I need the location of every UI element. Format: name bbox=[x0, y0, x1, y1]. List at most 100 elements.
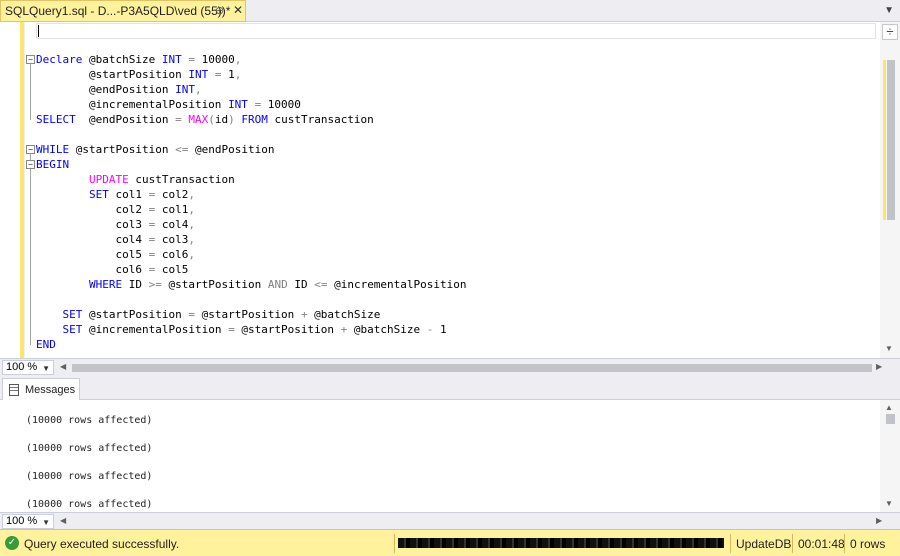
code-token: col3 bbox=[155, 233, 189, 246]
code-token: , bbox=[234, 53, 242, 66]
code-line: @startPosition INT = 1, bbox=[36, 67, 241, 82]
status-separator bbox=[844, 534, 845, 553]
fold-guide bbox=[30, 165, 31, 345]
code-token: col5 bbox=[36, 248, 149, 261]
code-token: col4 bbox=[155, 218, 189, 231]
code-token: INT bbox=[175, 83, 195, 96]
code-token: = bbox=[175, 113, 182, 126]
tab-messages-label: Messages bbox=[25, 383, 76, 396]
code-line: BEGIN bbox=[36, 157, 69, 172]
messages-zoom-select[interactable]: 100 % ▼ bbox=[2, 514, 54, 529]
code-token: , bbox=[188, 188, 195, 201]
scroll-up-icon[interactable]: ▲ bbox=[885, 403, 893, 412]
pin-icon[interactable]: ⊕ bbox=[215, 4, 224, 17]
code-token: col1 bbox=[155, 203, 189, 216]
editor-vertical-scrollbar[interactable]: ÷ ▼ bbox=[880, 22, 900, 358]
code-token: BEGIN bbox=[36, 158, 70, 171]
scroll-right-icon[interactable]: ▶ bbox=[876, 516, 882, 525]
text-caret bbox=[38, 25, 39, 37]
code-token: @endPosition bbox=[75, 113, 176, 126]
code-token: 10000 bbox=[194, 53, 235, 66]
status-database: UpdateDB bbox=[736, 537, 792, 551]
code-token: INT bbox=[161, 53, 182, 66]
status-separator bbox=[730, 534, 731, 553]
code-line: SET @startPosition = @startPosition + @b… bbox=[36, 307, 381, 322]
code-token: END bbox=[36, 338, 56, 351]
code-line: col5 = col6, bbox=[36, 247, 195, 262]
code-token: @startPosition bbox=[69, 143, 176, 156]
code-token: = bbox=[188, 53, 195, 66]
document-tab-strip: SQLQuery1.sql - D...-P3A5QLD\ved (55))* … bbox=[0, 0, 900, 22]
code-token: , bbox=[188, 233, 195, 246]
message-line: (10000 rows affected) bbox=[26, 415, 153, 426]
scroll-thumb[interactable] bbox=[886, 414, 895, 424]
results-tab-strip: Messages bbox=[0, 375, 900, 400]
messages-zoom-bar: 100 % ▼ ◀ ▶ bbox=[0, 512, 900, 529]
code-token: ( bbox=[208, 113, 215, 126]
code-token: col2 bbox=[155, 188, 189, 201]
code-token: col2 bbox=[36, 203, 149, 216]
query-editor[interactable]: − Declare @batchSize INT = 10000, @startP… bbox=[0, 22, 900, 358]
code-token: @endPosition bbox=[36, 83, 176, 96]
chevron-down-icon: ▼ bbox=[42, 518, 50, 527]
code-token: , bbox=[194, 83, 202, 96]
scroll-change-marker bbox=[883, 60, 886, 220]
code-token: @incrementalPosition bbox=[82, 323, 229, 336]
code-token: SELECT bbox=[36, 113, 76, 126]
code-line: col2 = col1, bbox=[36, 202, 195, 217]
message-line: (10000 rows affected) bbox=[26, 443, 153, 454]
editor-zoom-select[interactable]: 100 % ▼ bbox=[2, 360, 54, 375]
code-token: <= bbox=[314, 278, 328, 291]
code-token: FROM bbox=[241, 113, 268, 126]
collapse-region-icon[interactable]: − bbox=[26, 145, 35, 154]
split-editor-icon[interactable]: ÷ bbox=[882, 24, 898, 40]
message-line: (10000 rows affected) bbox=[26, 499, 153, 510]
code-token: id bbox=[214, 113, 229, 126]
code-token: 1 bbox=[433, 323, 447, 336]
messages-pane[interactable]: (10000 rows affected) (10000 rows affect… bbox=[0, 400, 880, 512]
code-token: INT bbox=[188, 68, 209, 81]
scroll-thumb[interactable] bbox=[887, 60, 895, 220]
scroll-left-icon[interactable]: ◀ bbox=[60, 516, 66, 525]
message-line: (10000 rows affected) bbox=[26, 471, 153, 482]
collapse-region-icon[interactable]: − bbox=[26, 55, 35, 64]
code-line: SET col1 = col2, bbox=[36, 187, 195, 202]
status-elapsed-time: 00:01:48 bbox=[798, 537, 845, 551]
editor-zoom-value: 100 % bbox=[6, 361, 38, 373]
chevron-down-icon: ▼ bbox=[42, 364, 50, 373]
code-token: custTransaction bbox=[267, 113, 374, 126]
code-line: SELECT @endPosition = MAX(id) FROM custT… bbox=[36, 112, 374, 127]
collapse-region-icon[interactable]: − bbox=[26, 160, 35, 169]
messages-vertical-scrollbar[interactable]: ▲ ▼ bbox=[880, 400, 900, 512]
scroll-down-icon[interactable]: ▼ bbox=[885, 344, 893, 353]
scroll-right-icon[interactable]: ▶ bbox=[876, 362, 882, 371]
success-check-icon: ✓ bbox=[5, 536, 19, 550]
query-document-tab[interactable]: SQLQuery1.sql - D...-P3A5QLD\ved (55))* … bbox=[0, 0, 246, 22]
scroll-left-icon[interactable]: ◀ bbox=[60, 362, 66, 371]
close-icon[interactable]: ✕ bbox=[233, 3, 243, 17]
code-token: SET bbox=[62, 308, 83, 321]
code-token: <= bbox=[175, 143, 189, 156]
code-token: Declare bbox=[36, 53, 83, 66]
chevron-down-icon[interactable]: ▼ bbox=[884, 5, 894, 16]
code-token: = bbox=[228, 323, 235, 336]
code-token: WHERE bbox=[88, 278, 123, 291]
code-token: 10000 bbox=[261, 98, 301, 111]
code-token: , bbox=[234, 68, 242, 81]
code-token: @batchSize bbox=[307, 308, 381, 321]
code-token: AND bbox=[267, 278, 288, 291]
scroll-down-icon[interactable]: ▼ bbox=[885, 499, 893, 508]
horizontal-scroll-thumb[interactable] bbox=[72, 364, 872, 372]
tab-title: SQLQuery1.sql - D...-P3A5QLD\ved (55))* bbox=[5, 4, 231, 18]
code-token: col3 bbox=[36, 218, 149, 231]
code-line: SET @incrementalPosition = @startPositio… bbox=[36, 322, 447, 337]
code-line: WHERE ID >= @startPosition AND ID <= @in… bbox=[36, 277, 467, 292]
tab-messages[interactable]: Messages bbox=[2, 378, 80, 400]
code-token: MAX bbox=[188, 113, 209, 126]
